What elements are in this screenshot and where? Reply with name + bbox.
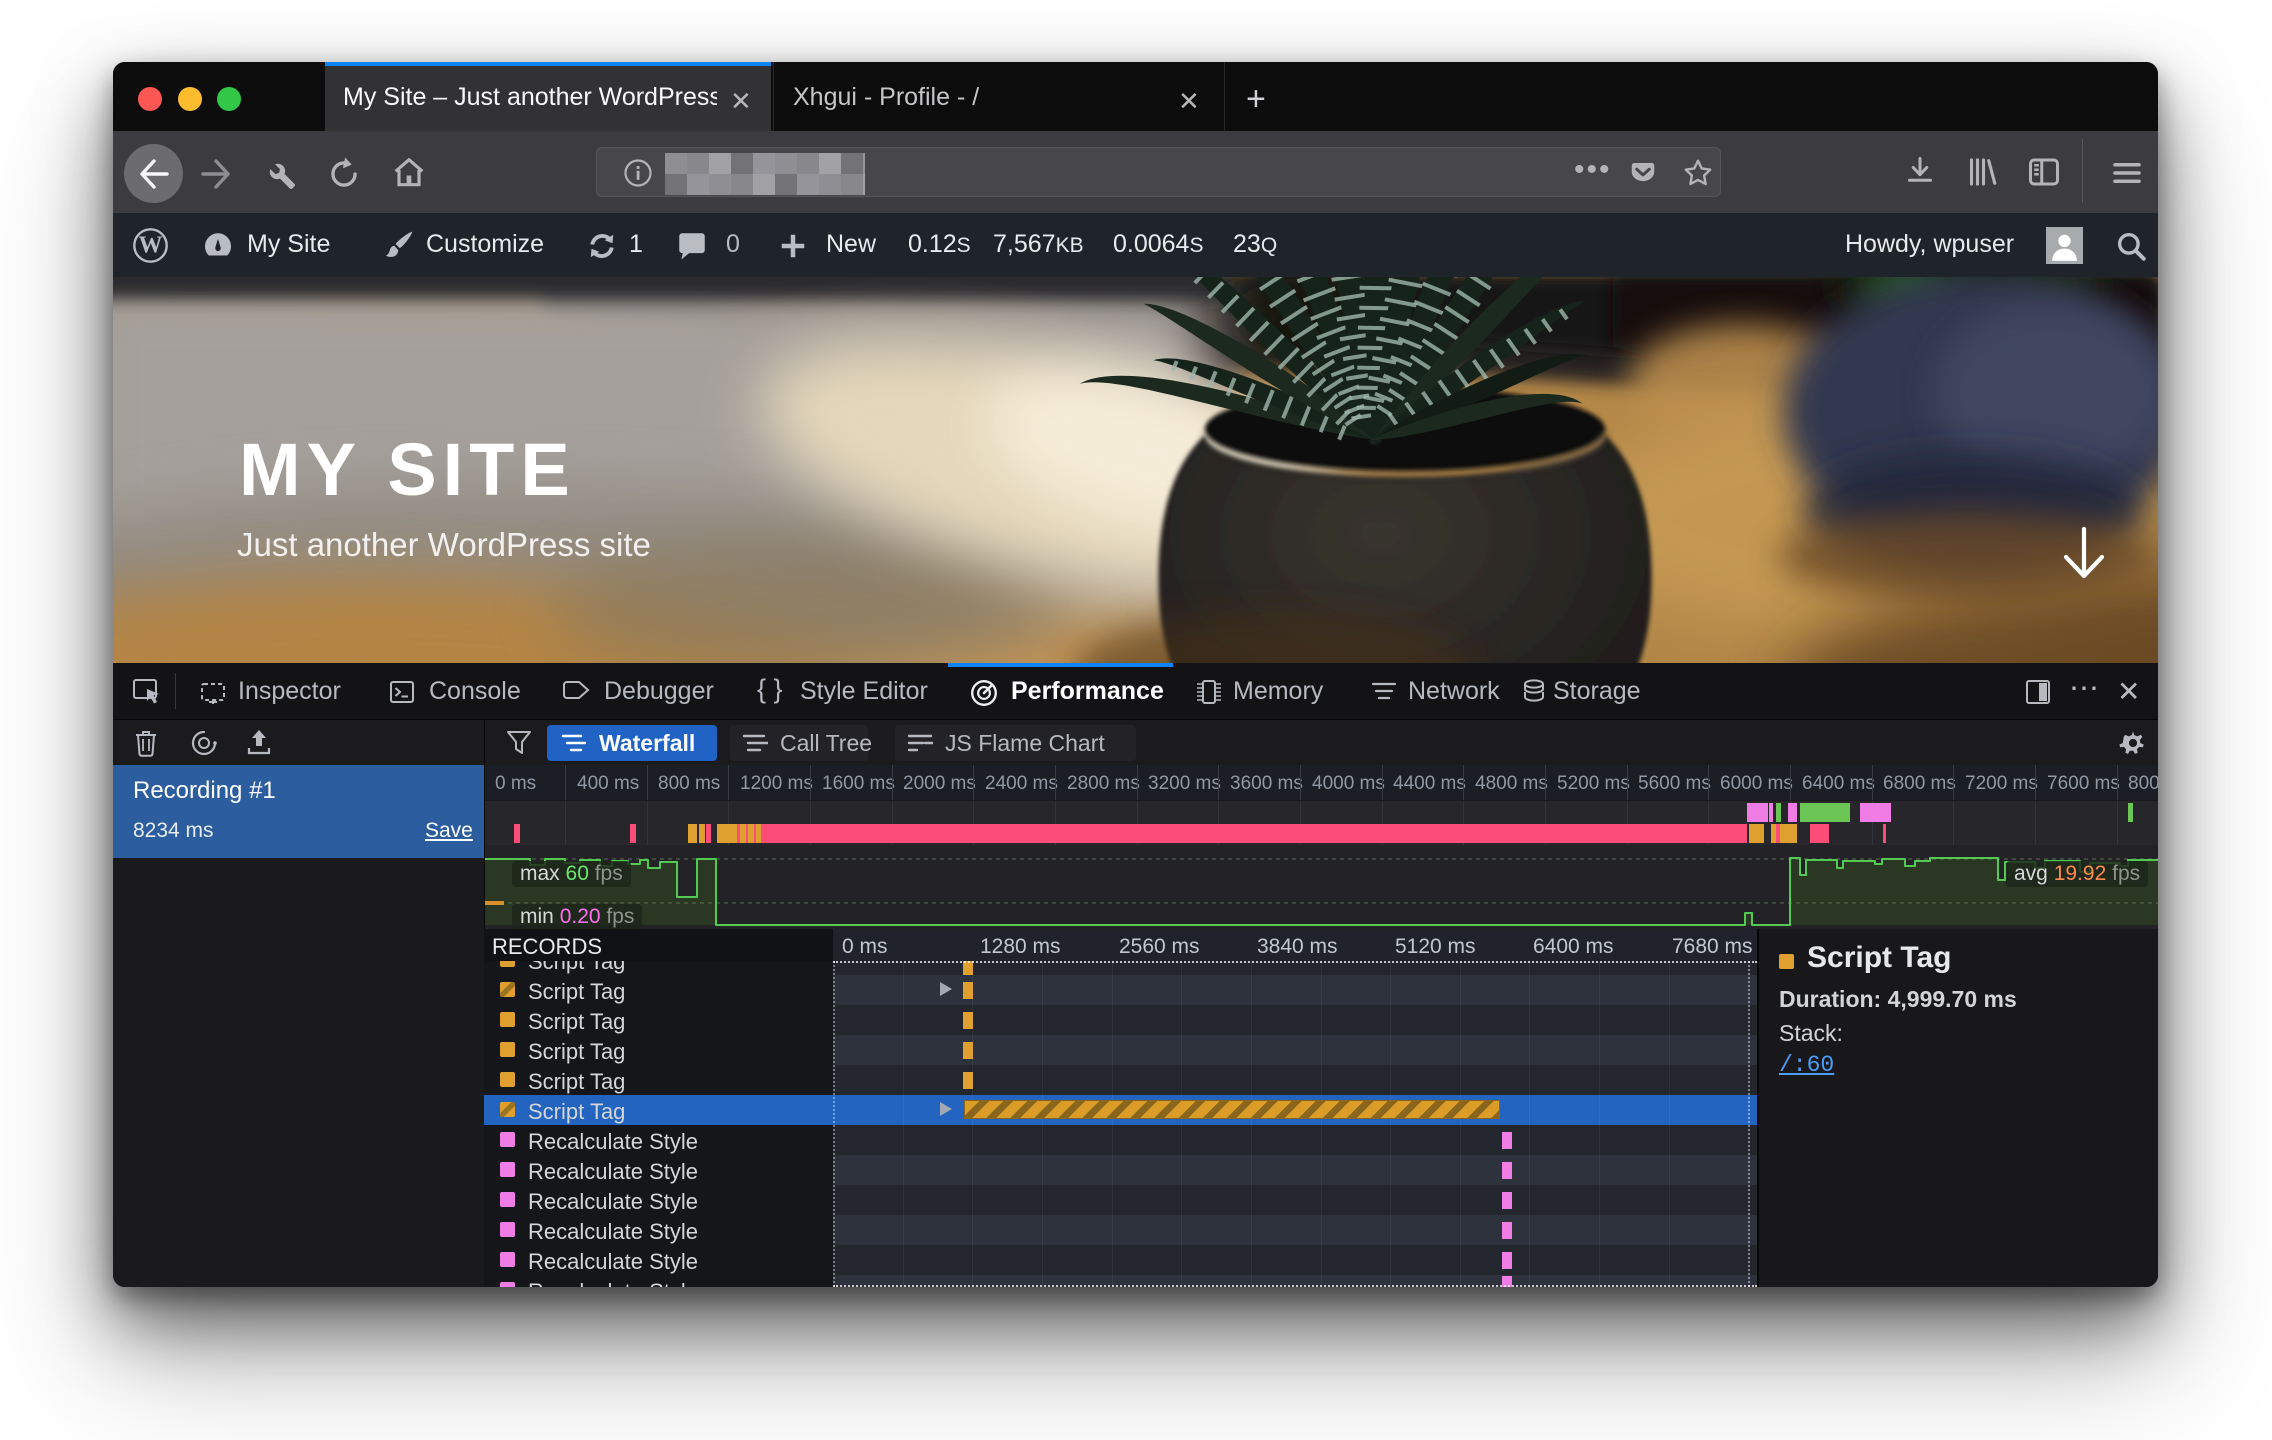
svg-text:W: W xyxy=(139,233,163,259)
